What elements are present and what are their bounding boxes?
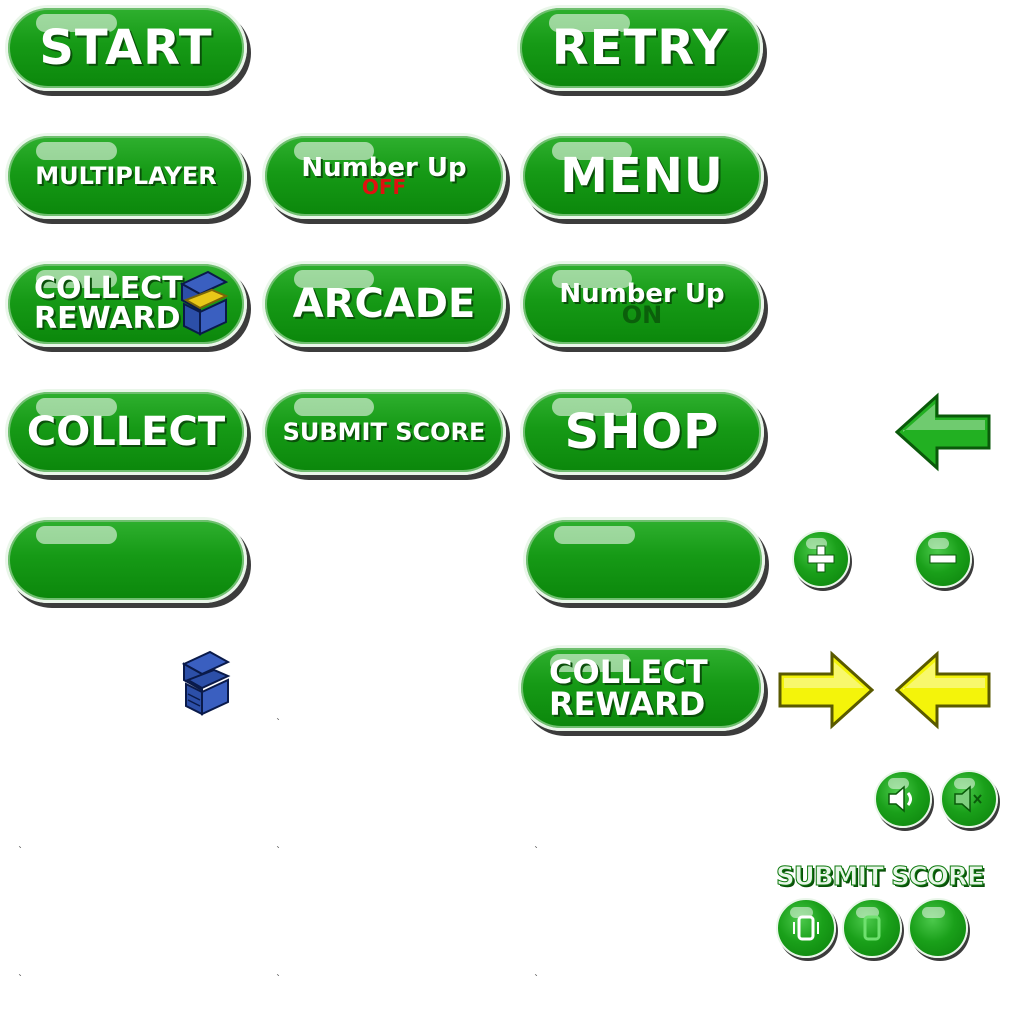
off-state-label: OFF — [361, 175, 407, 199]
collect-label: COLLECT — [26, 409, 226, 455]
arcade-button[interactable]: ARCADE — [262, 261, 506, 347]
phone-landscape-button[interactable] — [776, 898, 836, 958]
blank-button[interactable] — [5, 517, 247, 603]
reward-label: REWARD — [549, 685, 706, 723]
phone-icon — [793, 915, 819, 941]
stray-mark: ` — [276, 846, 281, 857]
menu-button[interactable]: MENU — [520, 133, 764, 219]
right-arrow-icon[interactable] — [776, 650, 874, 730]
number-up-off-button[interactable]: Number Up OFF — [262, 133, 506, 219]
sound-on-button[interactable] — [874, 770, 932, 828]
left-arrow-icon[interactable] — [895, 650, 993, 730]
collect-label: COLLECT — [549, 653, 708, 691]
plus-button[interactable] — [792, 530, 850, 588]
treasure-chest-icon — [179, 270, 229, 336]
retry-button[interactable]: RETRY — [517, 5, 763, 91]
speaker-muted-icon — [954, 785, 982, 813]
retry-label: RETRY — [551, 20, 729, 76]
phone-button[interactable] — [842, 898, 902, 958]
number-up-on-button[interactable]: Number Up ON — [520, 261, 764, 347]
treasure-chest-icon — [181, 650, 231, 716]
collect-label: COLLECT — [34, 271, 183, 306]
reward-label: REWARD — [34, 301, 181, 336]
shop-label: SHOP — [564, 404, 720, 460]
sound-muted-button[interactable] — [940, 770, 998, 828]
blank-circle-button[interactable] — [908, 898, 968, 958]
plus-icon — [807, 545, 835, 573]
stray-mark: ` — [534, 846, 539, 857]
stray-mark: ` — [276, 974, 281, 985]
submit-score-label: SUBMIT SCORE — [282, 418, 486, 446]
menu-label: MENU — [560, 148, 724, 204]
left-arrow-icon[interactable] — [895, 392, 993, 472]
submit-score-title: SUBMIT SCORE — [776, 862, 986, 893]
submit-score-button[interactable]: SUBMIT SCORE — [262, 389, 506, 475]
phone-icon — [863, 915, 881, 941]
stray-mark: ` — [18, 974, 23, 985]
speaker-on-icon — [888, 785, 912, 813]
multiplayer-label: MULTIPLAYER — [35, 162, 217, 190]
stray-mark: ` — [276, 718, 281, 729]
on-state-label: ON — [621, 301, 663, 329]
start-button[interactable]: START — [5, 5, 247, 91]
collect-button[interactable]: COLLECT — [5, 389, 247, 475]
shop-button[interactable]: SHOP — [520, 389, 764, 475]
arcade-label: ARCADE — [292, 281, 476, 327]
collect-reward-button[interactable]: COLLECT REWARD — [518, 645, 764, 731]
start-label: START — [39, 20, 213, 76]
minus-button[interactable] — [914, 530, 972, 588]
minus-icon — [929, 554, 957, 564]
blank-button-wide[interactable] — [523, 517, 765, 603]
collect-reward-chest-button[interactable]: COLLECT REWARD — [5, 261, 247, 347]
stray-mark: ` — [18, 846, 23, 857]
stray-mark: ` — [534, 974, 539, 985]
multiplayer-button[interactable]: MULTIPLAYER — [5, 133, 247, 219]
